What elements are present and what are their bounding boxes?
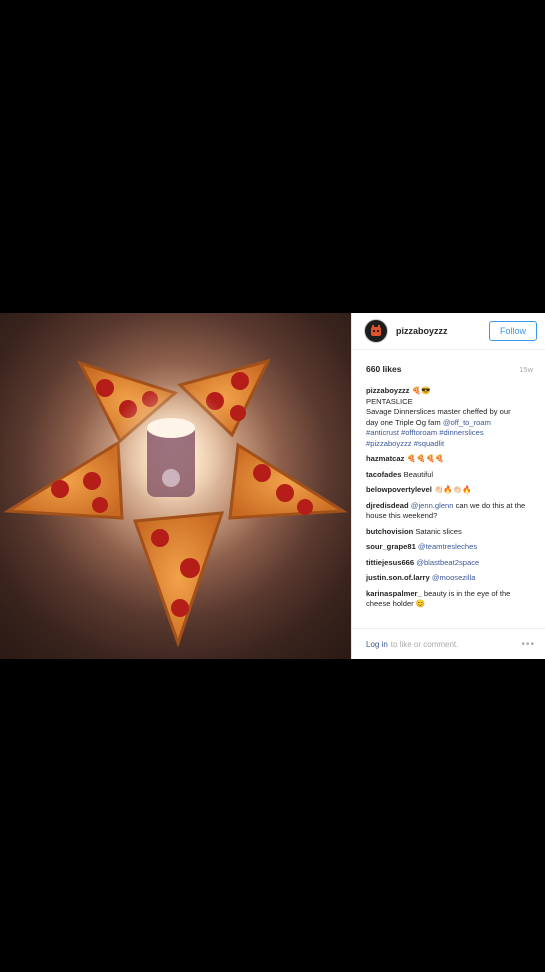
- post-username[interactable]: pizzaboyzzz: [396, 326, 489, 336]
- comment-user[interactable]: justin.son.of.larry: [366, 573, 430, 582]
- login-prompt-text: to like or comment.: [390, 639, 459, 649]
- caption-line: day one Triple Og fam @off_to_roam: [366, 418, 535, 429]
- comment-user[interactable]: karinaspalmer_: [366, 589, 422, 598]
- comment-user[interactable]: butchovision: [366, 527, 413, 536]
- comment-text: Beautiful: [401, 469, 434, 479]
- post-photo[interactable]: [0, 313, 351, 659]
- caption-line: Savage Dinnerslices master cheffed by ou…: [366, 407, 511, 416]
- list-item: sour_grape81 @teamtresleches: [366, 542, 535, 553]
- pizza-slice: [132, 511, 225, 648]
- comment-user[interactable]: tacofades: [366, 470, 401, 479]
- comment-user[interactable]: djredisdead: [366, 501, 409, 510]
- comment-text: 👏🏻🔥👏🏻🔥: [431, 485, 472, 494]
- list-item: justin.son.of.larry @moosezilla: [366, 573, 535, 584]
- caption-mention[interactable]: @off_to_roam: [443, 418, 491, 427]
- caption: pizzaboyzzz 🍕😎 PENTASLICE Savage Dinners…: [366, 386, 535, 449]
- post-header: pizzaboyzzz Follow: [352, 313, 545, 350]
- pizza-logo-icon: [371, 325, 381, 336]
- skull-icon: [162, 469, 180, 487]
- list-item: hazmatcaz 🍕🍕🍕🍕: [366, 454, 535, 465]
- caption-text: day one Triple Og fam: [366, 417, 443, 427]
- comment-user[interactable]: hazmatcaz: [366, 454, 404, 463]
- comments-list: pizzaboyzzz 🍕😎 PENTASLICE Savage Dinners…: [352, 380, 545, 610]
- comment-text: 🍕🍕🍕🍕: [404, 454, 445, 463]
- list-item: tacofades Beautiful: [366, 470, 535, 481]
- list-item: tittiejesus666 @blastbeat2space: [366, 558, 535, 569]
- comment-mention[interactable]: @blastbeat2space: [414, 558, 479, 567]
- candle-flame: [147, 418, 195, 438]
- likes-count[interactable]: 660 likes: [366, 364, 401, 374]
- more-options-icon[interactable]: •••: [521, 639, 535, 650]
- post-meta: 660 likes 15w: [352, 350, 545, 380]
- caption-hashtags[interactable]: #anticrust #offtoroam #dinnerslices: [366, 428, 535, 439]
- comment-user[interactable]: sour_grape81: [366, 542, 416, 551]
- login-link[interactable]: Log in: [366, 640, 388, 649]
- caption-title: PENTASLICE: [366, 396, 413, 406]
- comment-text: Satanic slices: [413, 526, 462, 536]
- post-footer: Log in to like or comment. •••: [352, 628, 545, 659]
- list-item: karinaspalmer_ beauty is in the eye of t…: [366, 589, 535, 610]
- comment-user[interactable]: belowpovertylevel: [366, 485, 432, 494]
- comment-mention[interactable]: @moosezilla: [430, 573, 476, 582]
- pizza-slice: [3, 440, 124, 520]
- avatar[interactable]: [364, 319, 388, 343]
- comment-mention[interactable]: @jenn.glenn: [409, 501, 454, 510]
- list-item: djredisdead @jenn.glenn can we do this a…: [366, 501, 535, 522]
- comment-user[interactable]: tittiejesus666: [366, 558, 414, 567]
- comment-mention[interactable]: @teamtresleches: [416, 542, 477, 551]
- post-details-panel: pizzaboyzzz Follow 660 likes 15w pizzabo…: [351, 313, 545, 659]
- follow-button[interactable]: Follow: [488, 321, 537, 341]
- caption-user[interactable]: pizzaboyzzz: [366, 386, 409, 395]
- pizza-pentagram-image: [3, 358, 348, 648]
- post-time[interactable]: 15w: [519, 365, 533, 374]
- pizza-slice: [228, 442, 348, 520]
- list-item: belowpovertylevel 👏🏻🔥👏🏻🔥: [366, 485, 535, 496]
- caption-emoji: 🍕😎: [411, 386, 431, 395]
- caption-hashtags[interactable]: #pizzaboyzzz #squadlit: [366, 439, 535, 450]
- instagram-post: pizzaboyzzz Follow 660 likes 15w pizzabo…: [0, 313, 545, 659]
- list-item: butchovision Satanic slices: [366, 527, 535, 538]
